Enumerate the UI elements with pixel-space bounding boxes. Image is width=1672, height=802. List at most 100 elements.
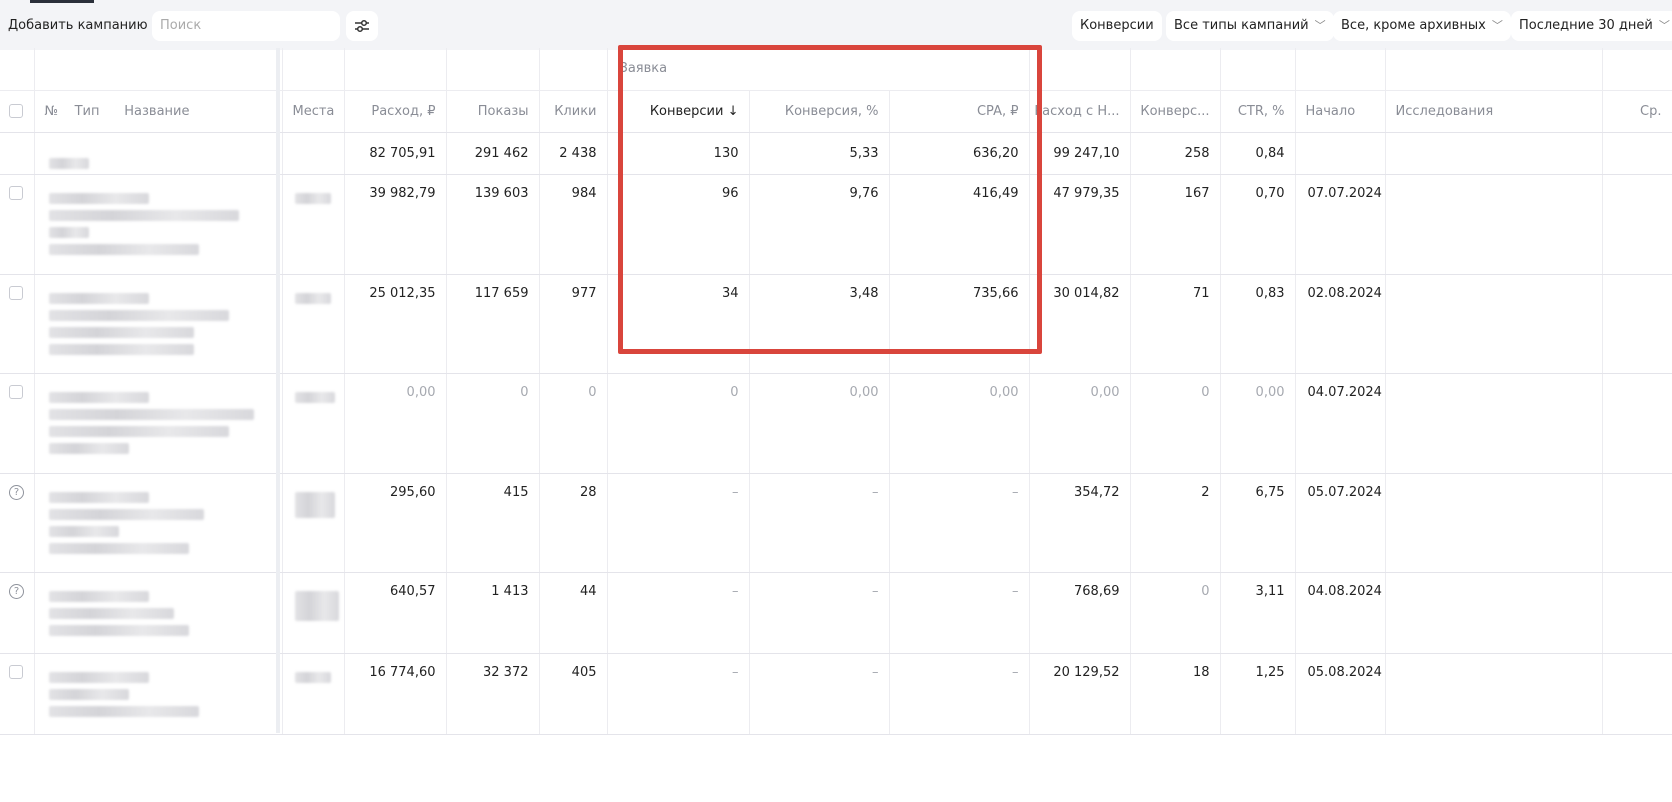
cell-impressions: 117 659 xyxy=(446,274,540,374)
cell-ctr: 0,00 xyxy=(1220,373,1296,474)
campaign-name-cell[interactable] xyxy=(34,174,283,275)
cell-clicks: 977 xyxy=(539,274,608,374)
total-cpa: 636,20 xyxy=(889,132,1030,175)
table-row[interactable]: ? 295,60 415 28 – – – 354,72 2 6,75 05.0… xyxy=(0,473,1672,573)
row-checkbox[interactable] xyxy=(9,285,23,300)
cell-impressions: 0 xyxy=(446,373,540,474)
column-header-row: № Тип Название Места Расход, ₽ Показы Кл… xyxy=(0,90,1672,133)
cell-conversions: – xyxy=(607,653,750,735)
blurred-text xyxy=(48,157,89,169)
header-start[interactable]: Начало xyxy=(1295,90,1386,133)
cell-spend: 295,60 xyxy=(344,473,447,573)
goal-group-label: Заявка xyxy=(607,48,1030,91)
help-icon[interactable]: ? xyxy=(9,484,24,500)
totals-row: 82 705,91 291 462 2 438 130 5,33 636,20 … xyxy=(0,132,1672,175)
cell-clicks: 28 xyxy=(539,473,608,573)
cell-cpa: 735,66 xyxy=(889,274,1030,374)
filter-settings-icon[interactable] xyxy=(346,11,378,41)
period-label: Последние 30 дней xyxy=(1519,18,1653,33)
header-conv2[interactable]: Конверс... xyxy=(1130,90,1221,133)
campaigns-table: Заявка № Тип Название Места Расход, ₽ По… xyxy=(0,48,1672,735)
campaign-name-cell[interactable] xyxy=(34,653,283,735)
help-icon[interactable]: ? xyxy=(9,583,24,599)
table-row[interactable]: 16 774,60 32 372 405 – – – 20 129,52 18 … xyxy=(0,653,1672,735)
cell-start: 04.07.2024 xyxy=(1295,373,1386,474)
total-clicks: 2 438 xyxy=(539,132,608,175)
cell-cpa: – xyxy=(889,653,1030,735)
total-conversions: 130 xyxy=(607,132,750,175)
conversions-button[interactable]: Конверсии xyxy=(1072,11,1162,41)
cell-clicks: 984 xyxy=(539,174,608,275)
cell-spend: 16 774,60 xyxy=(344,653,447,735)
header-conversions-label: Конверсии xyxy=(649,103,724,119)
header-impressions[interactable]: Показы xyxy=(446,90,540,133)
cell-spend-vat: 30 014,82 xyxy=(1029,274,1131,374)
blurred-text xyxy=(294,192,331,204)
cell-conv-rate: 3,48 xyxy=(749,274,890,374)
cell-impressions: 139 603 xyxy=(446,174,540,275)
header-cpa[interactable]: CPA, ₽ xyxy=(889,90,1030,133)
cell-spend: 0,00 xyxy=(344,373,447,474)
row-checkbox[interactable] xyxy=(9,664,23,679)
header-places[interactable]: Места xyxy=(282,90,345,133)
header-spend[interactable]: Расход, ₽ xyxy=(344,90,447,133)
cell-spend-vat: 47 979,35 xyxy=(1029,174,1131,275)
header-conv-rate[interactable]: Конверсия, % xyxy=(749,90,890,133)
campaign-name-cell[interactable] xyxy=(34,473,283,573)
total-ctr: 0,84 xyxy=(1220,132,1296,175)
header-conversions[interactable]: Конверсии ↓ xyxy=(607,90,750,133)
cell-conv-rate: 0,00 xyxy=(749,373,890,474)
campaign-name-cell[interactable] xyxy=(34,572,283,654)
cell-conv-rate: 9,76 xyxy=(749,174,890,275)
status-filter-select[interactable]: Все, кроме архивных ﹀ xyxy=(1333,11,1511,41)
cell-clicks: 0 xyxy=(539,373,608,474)
header-ctr[interactable]: CTR, % xyxy=(1220,90,1296,133)
search-input[interactable]: Поиск xyxy=(152,11,340,41)
cell-conversions: – xyxy=(607,473,750,573)
total-conv2: 258 xyxy=(1130,132,1221,175)
header-num[interactable]: № xyxy=(45,104,59,119)
cell-clicks: 405 xyxy=(539,653,608,735)
header-id-type-name[interactable]: № Тип Название xyxy=(34,90,283,133)
row-checkbox[interactable] xyxy=(9,185,23,200)
table-row[interactable]: 25 012,35 117 659 977 34 3,48 735,66 30 … xyxy=(0,274,1672,374)
period-select[interactable]: Последние 30 дней ﹀ xyxy=(1511,11,1672,41)
row-checkbox[interactable] xyxy=(9,384,23,399)
cell-conversions: 96 xyxy=(607,174,750,275)
cell-conversions: 0 xyxy=(607,373,750,474)
cell-start: 05.08.2024 xyxy=(1295,653,1386,735)
table-row[interactable]: ? 640,57 1 413 44 – – – 768,69 0 3,11 04… xyxy=(0,572,1672,654)
cell-ctr: 6,75 xyxy=(1220,473,1296,573)
campaign-name-cell[interactable] xyxy=(34,373,283,474)
header-type[interactable]: Тип xyxy=(75,104,100,119)
cell-ctr: 0,70 xyxy=(1220,174,1296,275)
header-spend-vat[interactable]: Расход с Н... xyxy=(1029,90,1131,133)
cell-impressions: 1 413 xyxy=(446,572,540,654)
cell-cpa: 0,00 xyxy=(889,373,1030,474)
cell-impressions: 415 xyxy=(446,473,540,573)
cell-conv-rate: – xyxy=(749,653,890,735)
blurred-text xyxy=(294,491,335,518)
cell-cpa: – xyxy=(889,473,1030,573)
campaign-name-cell[interactable] xyxy=(34,274,283,374)
cell-impressions: 32 372 xyxy=(446,653,540,735)
cell-spend: 39 982,79 xyxy=(344,174,447,275)
header-research[interactable]: Исследования xyxy=(1385,90,1603,133)
cell-conv2: 0 xyxy=(1130,572,1221,654)
table-row[interactable]: 39 982,79 139 603 984 96 9,76 416,49 47 … xyxy=(0,174,1672,275)
total-spend-vat: 99 247,10 xyxy=(1029,132,1131,175)
campaign-types-select[interactable]: Все типы кампаний ﹀ xyxy=(1166,11,1334,41)
cell-cpa: 416,49 xyxy=(889,174,1030,275)
column-resize-handle[interactable] xyxy=(276,48,280,733)
total-conv-rate: 5,33 xyxy=(749,132,890,175)
table-row[interactable]: 0,00 0 0 0 0,00 0,00 0,00 0 0,00 04.07.2… xyxy=(0,373,1672,474)
add-campaign-button[interactable]: Добавить кампанию xyxy=(0,11,156,41)
header-clicks[interactable]: Клики xyxy=(539,90,608,133)
header-avg[interactable]: Ср. xyxy=(1602,90,1672,133)
header-name[interactable]: Название xyxy=(124,104,189,119)
cell-spend-vat: 768,69 xyxy=(1029,572,1131,654)
blurred-text xyxy=(294,391,335,403)
select-all-checkbox[interactable] xyxy=(0,90,35,133)
cell-start: 07.07.2024 xyxy=(1295,174,1386,275)
blurred-text xyxy=(294,292,331,304)
